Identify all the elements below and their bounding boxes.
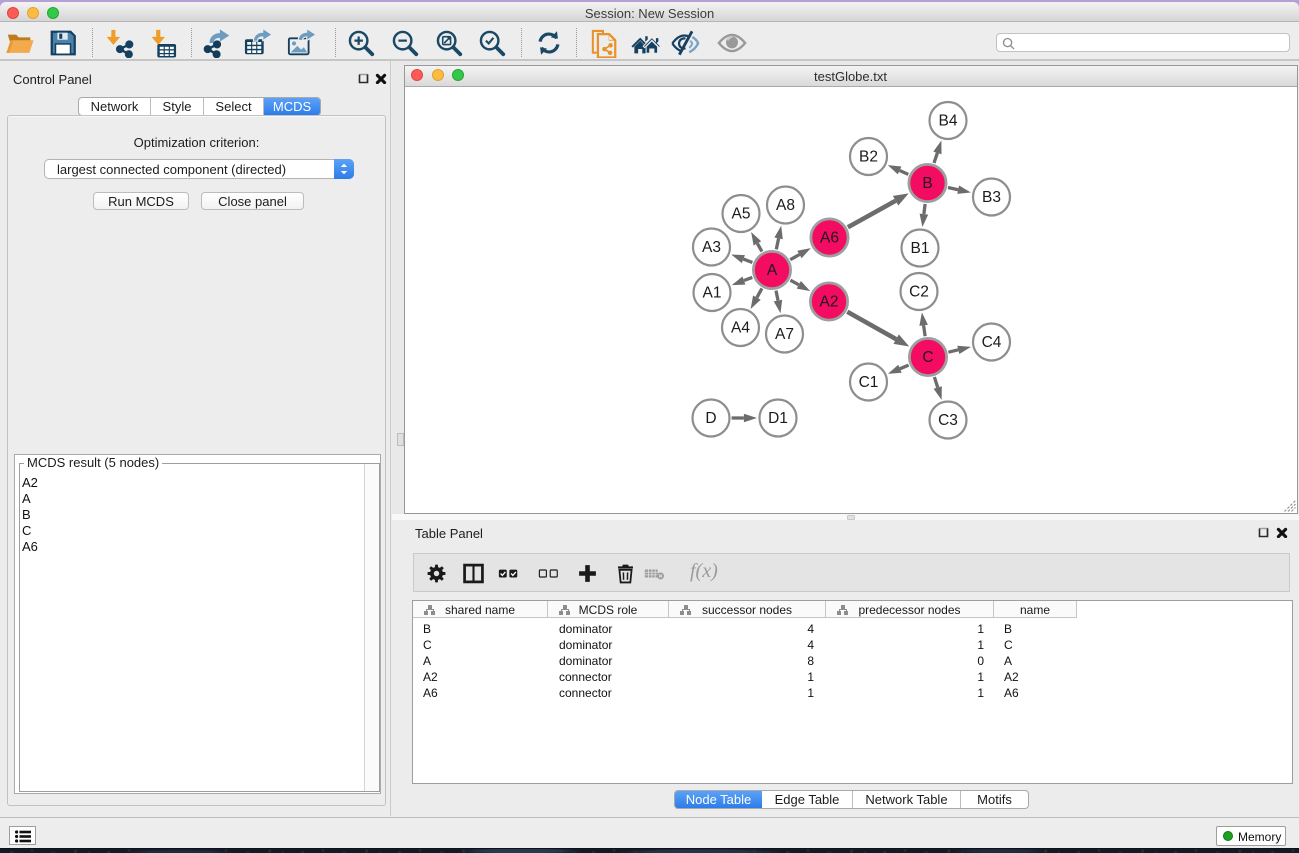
svg-text:A1: A1: [702, 284, 721, 301]
svg-text:B: B: [922, 175, 932, 192]
svg-text:B1: B1: [910, 240, 929, 257]
svg-text:C: C: [922, 349, 933, 366]
svg-text:A7: A7: [775, 326, 794, 343]
svg-text:A3: A3: [702, 239, 721, 256]
svg-text:A8: A8: [776, 197, 795, 214]
svg-text:A5: A5: [731, 205, 750, 222]
svg-text:B3: B3: [982, 189, 1001, 206]
svg-text:C4: C4: [981, 334, 1001, 351]
svg-text:B2: B2: [859, 148, 878, 165]
svg-text:D1: D1: [768, 410, 788, 427]
svg-text:A2: A2: [819, 293, 838, 310]
svg-text:A: A: [766, 262, 777, 279]
svg-text:A6: A6: [820, 229, 839, 246]
svg-text:A4: A4: [731, 319, 750, 336]
svg-text:C2: C2: [909, 283, 929, 300]
svg-text:C1: C1: [858, 374, 878, 391]
svg-text:B4: B4: [938, 112, 957, 129]
svg-text:D: D: [705, 410, 716, 427]
svg-text:C3: C3: [938, 412, 958, 429]
